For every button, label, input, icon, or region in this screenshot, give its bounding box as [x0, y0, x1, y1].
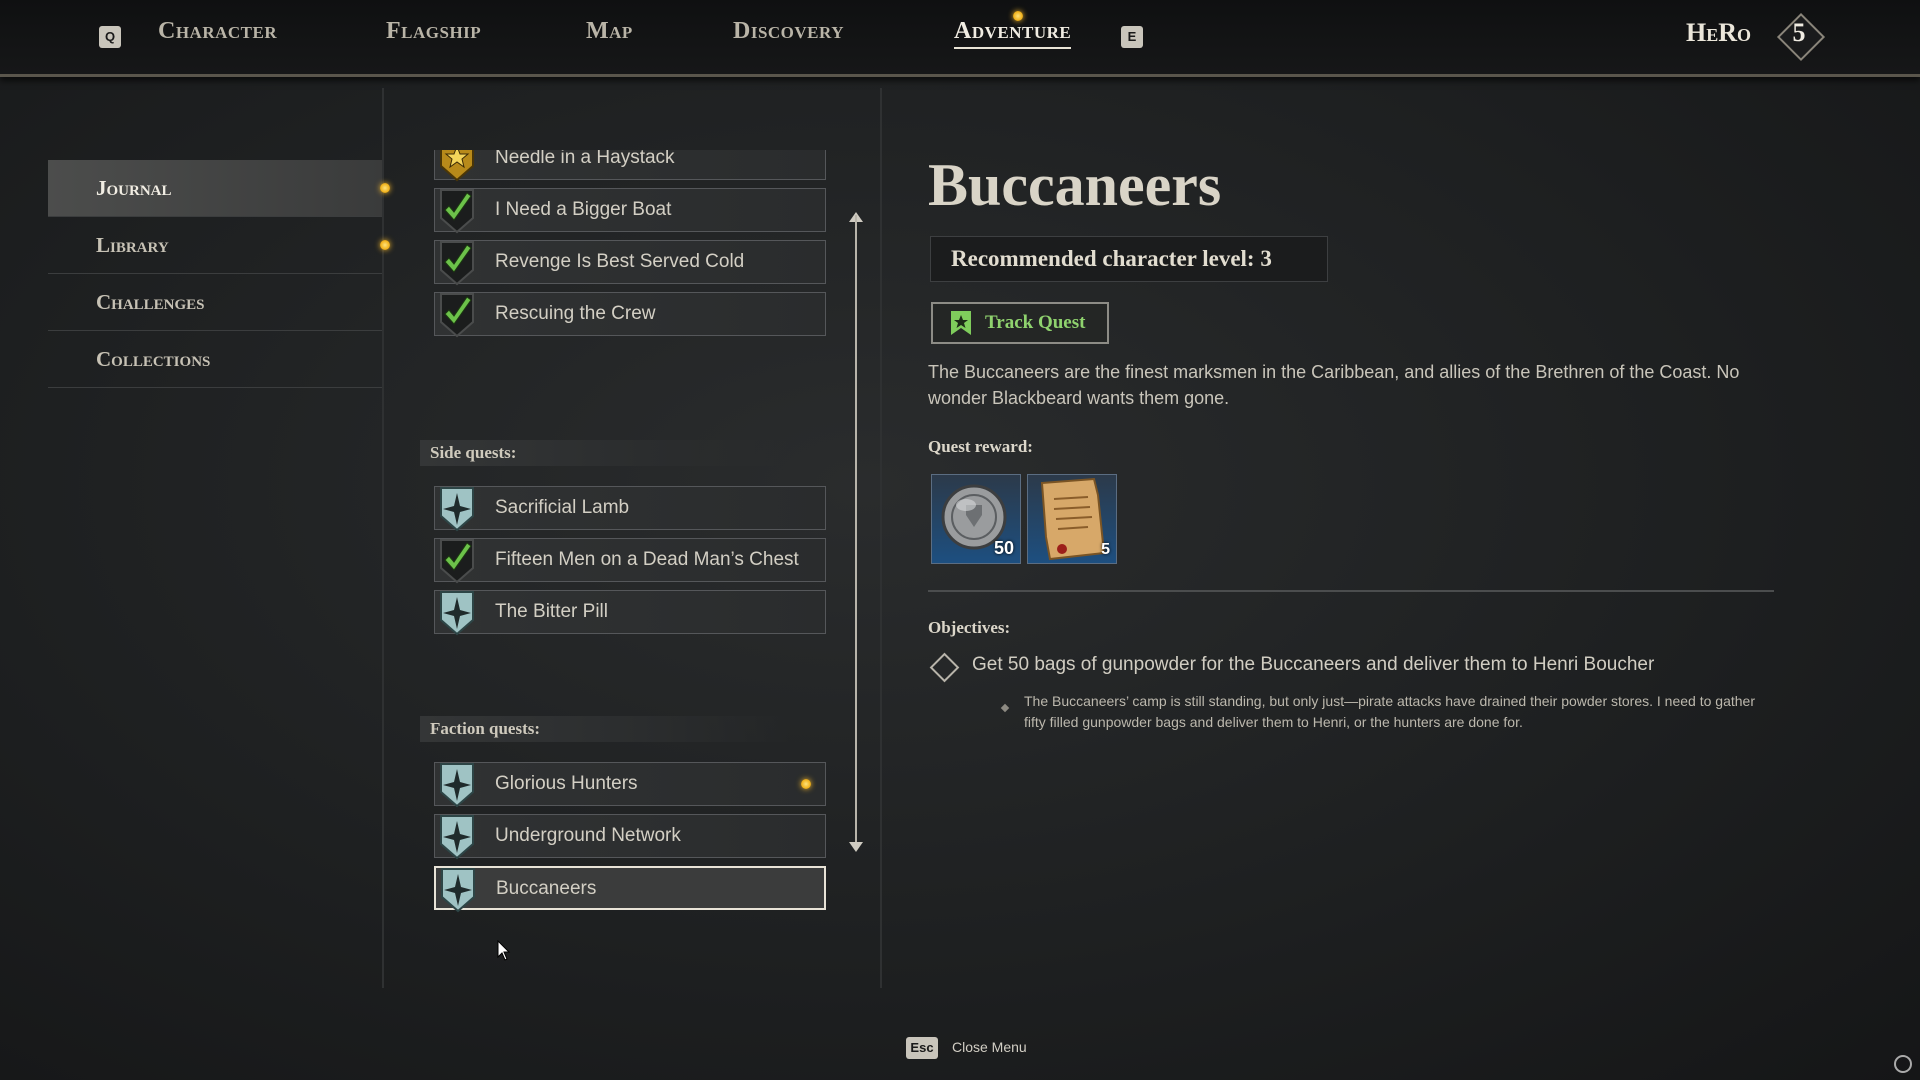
- sidebar-item-journal[interactable]: Journal: [48, 160, 390, 217]
- objective-item: Get 50 bags of gunpowder for the Buccane…: [928, 652, 1788, 683]
- adventure-notification-dot: [1013, 11, 1023, 21]
- quest-label: Needle in a Haystack: [495, 150, 675, 168]
- checkmark-icon: [440, 293, 474, 338]
- bullet-icon: [1000, 703, 1010, 713]
- track-quest-button[interactable]: Track Quest: [931, 302, 1109, 344]
- quest-title: Buccaneers: [928, 152, 1222, 218]
- glorious-hunters-notification-dot: [801, 779, 811, 789]
- bookmark-star-icon: [951, 311, 971, 335]
- quest-list: Needle in a Haystack I Need a Bigger Boa…: [420, 150, 840, 950]
- tab-character[interactable]: Character: [158, 18, 277, 45]
- objectives-heading: Objectives:: [928, 618, 1011, 637]
- quest-label: Buccaneers: [496, 878, 597, 899]
- tab-discovery[interactable]: Discovery: [733, 18, 844, 45]
- tab-map[interactable]: Map: [586, 18, 633, 45]
- reward-slot-scroll[interactable]: 5: [1027, 474, 1117, 564]
- scroll-down-arrow-icon[interactable]: [849, 842, 863, 852]
- gold-star-shield-icon: [440, 150, 474, 182]
- close-menu-label[interactable]: Close Menu: [952, 1039, 1027, 1055]
- esc-key-hint[interactable]: Esc: [906, 1037, 938, 1059]
- sidebar-item-label: Challenges: [96, 290, 205, 314]
- compass-star-shield-icon: [440, 815, 474, 860]
- sidebar-item-challenges[interactable]: Challenges: [48, 274, 382, 331]
- settings-corner-icon[interactable]: [1894, 1055, 1912, 1073]
- journal-sidebar: Journal Library Challenges Collections: [48, 160, 390, 388]
- library-notification-dot: [380, 240, 390, 250]
- checkmark-icon: [440, 539, 474, 584]
- reward-count: 50: [993, 538, 1014, 558]
- quest-item-sacrificial-lamb[interactable]: Sacrificial Lamb: [434, 486, 826, 532]
- quest-label: Sacrificial Lamb: [495, 497, 630, 518]
- sidebar-item-label: Collections: [96, 347, 211, 371]
- quest-label: I Need a Bigger Boat: [495, 199, 672, 220]
- tab-adventure[interactable]: Adventure: [954, 18, 1072, 49]
- sidebar-item-collections[interactable]: Collections: [48, 331, 382, 388]
- sidebar-item-library[interactable]: Library: [48, 217, 390, 274]
- journal-notification-dot: [380, 183, 390, 193]
- side-quests-heading: Side quests:: [420, 440, 790, 466]
- quest-list-scrollbar[interactable]: [855, 215, 857, 845]
- player-level: 5: [1792, 18, 1806, 47]
- sidebar-item-label: Library: [96, 233, 169, 257]
- faction-quests-heading: Faction quests:: [420, 716, 790, 742]
- quest-label: Glorious Hunters: [495, 773, 638, 794]
- quest-item-revenge-is-best-served-cold[interactable]: Revenge Is Best Served Cold: [434, 240, 826, 286]
- mouse-cursor-icon: [497, 940, 511, 961]
- quest-item-i-need-a-bigger-boat[interactable]: I Need a Bigger Boat: [434, 188, 826, 234]
- recommended-level: Recommended character level: 3: [930, 236, 1328, 282]
- left-panel-divider: [382, 88, 384, 988]
- sidebar-item-label: Journal: [96, 176, 172, 200]
- e-key-hint[interactable]: E: [1121, 26, 1143, 48]
- quest-label: Rescuing the Crew: [495, 303, 656, 324]
- objective-text: Get 50 bags of gunpowder for the Buccane…: [972, 654, 1655, 675]
- quest-item-needle-in-a-haystack[interactable]: Needle in a Haystack: [434, 150, 826, 182]
- quest-item-fifteen-men[interactable]: Fifteen Men on a Dead Man’s Chest: [434, 538, 826, 584]
- checkmark-icon: [440, 189, 474, 234]
- reward-slot-coins[interactable]: 50: [931, 474, 1021, 564]
- top-navigation-bar: Q Character Flagship Map Discovery Adven…: [0, 0, 1920, 77]
- compass-star-shield-icon: [440, 763, 474, 808]
- quest-description: The Buccaneers are the finest marksmen i…: [928, 362, 1740, 408]
- objective-diamond-icon: [929, 652, 960, 683]
- player-name: HeRo: [1686, 18, 1752, 47]
- reward-count: 5: [1101, 541, 1110, 558]
- list-panel-divider: [880, 88, 882, 988]
- tab-flagship[interactable]: Flagship: [386, 18, 481, 45]
- quest-item-glorious-hunters[interactable]: Glorious Hunters: [434, 762, 826, 808]
- quest-label: Fifteen Men on a Dead Man’s Chest: [495, 549, 799, 570]
- quest-details-panel: Buccaneers Recommended character level: …: [928, 150, 1778, 730]
- quest-label: The Bitter Pill: [495, 601, 608, 622]
- compass-star-shield-icon: [440, 487, 474, 532]
- quest-label: Underground Network: [495, 825, 681, 846]
- quest-item-rescuing-the-crew[interactable]: Rescuing the Crew: [434, 292, 826, 338]
- checkmark-icon: [440, 241, 474, 286]
- compass-star-shield-icon: [441, 868, 475, 913]
- quest-item-buccaneers[interactable]: Buccaneers: [434, 866, 826, 913]
- q-key-hint[interactable]: Q: [99, 26, 121, 48]
- compass-star-shield-icon: [440, 591, 474, 636]
- details-divider: [928, 590, 1774, 592]
- track-quest-label: Track Quest: [985, 312, 1086, 333]
- quest-item-the-bitter-pill[interactable]: The Bitter Pill: [434, 590, 826, 636]
- quest-reward-heading: Quest reward:: [928, 437, 1033, 456]
- objective-detail-text: The Buccaneers’ camp is still standing, …: [1024, 693, 1755, 730]
- quest-label: Revenge Is Best Served Cold: [495, 251, 745, 272]
- player-level-badge: 5: [1776, 12, 1826, 62]
- quest-item-underground-network[interactable]: Underground Network: [434, 814, 826, 860]
